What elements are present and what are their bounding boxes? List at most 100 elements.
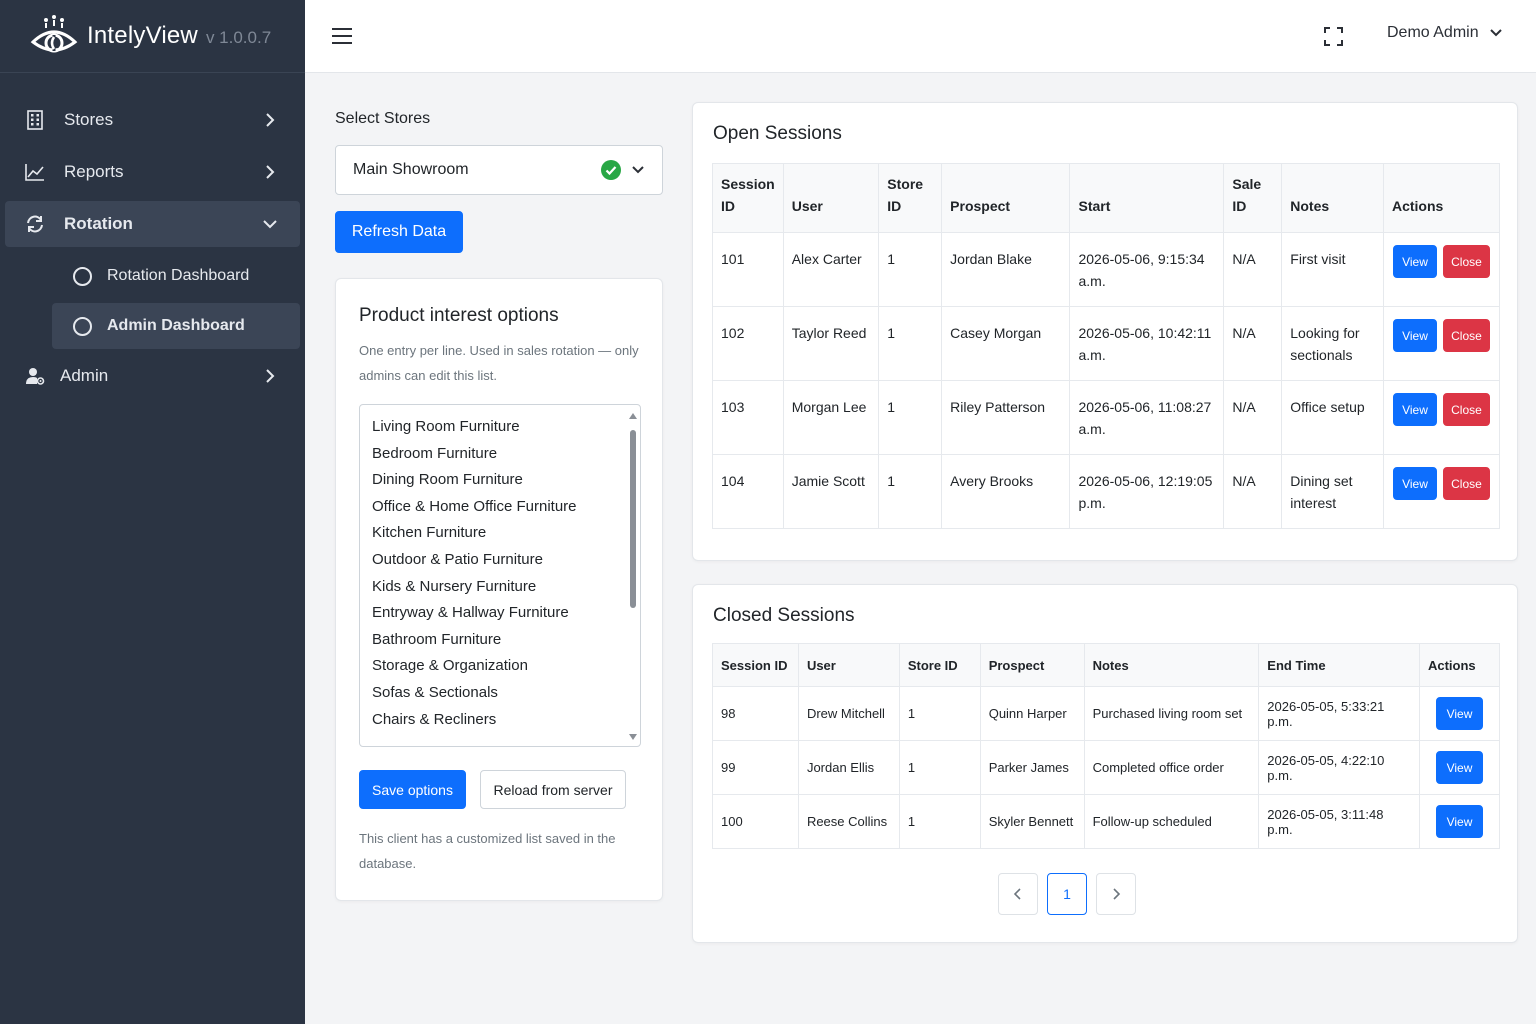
store-select-value: Main Showroom — [353, 161, 469, 178]
cell-prospect: Skyler Bennett — [979, 794, 1085, 849]
cell-prospect: Riley Patterson — [941, 380, 1071, 455]
close-session-button[interactable]: Close — [1442, 393, 1490, 426]
table-row: 99 Jordan Ellis 1 Parker James Completed… — [712, 740, 1501, 795]
cell-notes: Office setup — [1281, 380, 1384, 455]
product-interest-card: Product interest options One entry per l… — [335, 278, 663, 901]
table-row: 103 Morgan Lee 1 Riley Patterson 2026-05… — [712, 380, 1501, 455]
page-number-button[interactable]: 1 — [1047, 873, 1087, 915]
chevron-right-icon — [266, 165, 275, 179]
chevron-down-icon — [263, 220, 277, 229]
cell-prospect: Casey Morgan — [941, 306, 1071, 381]
close-session-button[interactable]: Close — [1442, 467, 1490, 500]
scroll-down-arrow-icon[interactable] — [629, 734, 637, 740]
chevron-down-icon — [632, 166, 644, 174]
check-circle-icon — [601, 160, 621, 180]
reload-from-server-button[interactable]: Reload from server — [480, 770, 626, 809]
card-title: Open Sessions — [713, 123, 842, 144]
view-button[interactable]: View — [1392, 467, 1437, 500]
prev-page-button[interactable] — [998, 873, 1038, 915]
close-session-button[interactable]: Close — [1442, 245, 1490, 278]
hamburger-menu-icon[interactable] — [332, 27, 352, 45]
column-header: Store ID — [898, 643, 981, 687]
cell-actions: View Close — [1382, 454, 1501, 529]
brand-version: v 1.0.0.7 — [205, 28, 272, 47]
building-icon — [25, 110, 45, 130]
column-header: User — [782, 163, 880, 233]
scroll-thumb[interactable] — [630, 430, 636, 608]
option-line: Bathroom Furniture — [372, 630, 502, 648]
save-options-button[interactable]: Save options — [359, 770, 466, 809]
table-row: 98 Drew Mitchell 1 Quinn Harper Purchase… — [712, 686, 1501, 741]
view-button[interactable]: View — [1435, 697, 1483, 730]
view-button[interactable]: View — [1435, 751, 1483, 784]
cell-user: Jamie Scott — [782, 454, 880, 529]
option-line: Living Room Furniture — [372, 418, 520, 435]
cell-session-id: 99 — [712, 740, 799, 795]
help-text: One entry per line. Used in sales rotati… — [359, 343, 639, 383]
closed-sessions-table: Session ID User Store ID Prospect Notes … — [712, 643, 1501, 849]
column-header: Notes — [1083, 643, 1260, 687]
cell-user: Taylor Reed — [782, 306, 880, 381]
fullscreen-icon[interactable] — [1324, 27, 1343, 46]
sidebar-subitem-admin-dashboard[interactable]: Admin Dashboard — [52, 303, 300, 349]
cell-session-id: 98 — [712, 686, 799, 741]
cell-user: Drew Mitchell — [797, 686, 900, 741]
open-sessions-card: Open Sessions Session ID User Store ID Pro… — [692, 102, 1518, 561]
cell-prospect: Parker James — [979, 740, 1085, 795]
cell-end-time: 2026-05-05, 5:33:21 p.m. — [1258, 686, 1420, 741]
sidebar-subitem-label: Admin Dashboard — [107, 317, 245, 334]
column-header: Prospect — [941, 163, 1071, 233]
cell-actions: View — [1418, 686, 1501, 741]
cell-start: 2026-05-06, 10:42:11 a.m. — [1069, 306, 1225, 381]
cell-prospect: Jordan Blake — [941, 232, 1071, 307]
view-button[interactable]: View — [1392, 319, 1437, 352]
column-header: Start — [1069, 163, 1225, 233]
cell-notes: Looking for sectionals — [1281, 306, 1384, 381]
column-header: Actions — [1418, 643, 1501, 687]
select-stores-label: Select Stores — [335, 110, 431, 127]
cell-user: Jordan Ellis — [797, 740, 900, 795]
sidebar-item-stores[interactable]: Stores — [5, 97, 300, 143]
column-header: Notes — [1281, 163, 1384, 233]
sidebar: IntelyView v 1.0.0.7 Stores Reports Rota… — [0, 0, 305, 1024]
cell-session-id: 102 — [712, 306, 784, 381]
sidebar-item-admin[interactable]: Admin — [5, 353, 300, 399]
option-line: Chairs & Recliners — [372, 710, 497, 728]
cell-session-id: 100 — [712, 794, 799, 849]
close-session-button[interactable]: Close — [1442, 319, 1490, 352]
cell-sale-id: N/A — [1223, 454, 1283, 529]
cell-start: 2026-05-06, 12:19:05 p.m. — [1069, 454, 1225, 529]
cell-user: Reese Collins — [797, 794, 900, 849]
circle-icon — [73, 316, 92, 336]
view-button[interactable]: View — [1392, 245, 1437, 278]
options-textarea[interactable]: Living Room Furniture Bedroom Furniture … — [359, 404, 641, 747]
view-button[interactable]: View — [1435, 805, 1483, 838]
cell-notes: Follow-up scheduled — [1083, 794, 1260, 849]
brand-name: IntelyView — [87, 22, 198, 49]
view-button[interactable]: View — [1392, 393, 1437, 426]
sidebar-subitem-rotation-dashboard[interactable]: Rotation Dashboard — [52, 253, 300, 299]
user-menu[interactable]: Demo Admin — [1387, 24, 1503, 42]
store-select[interactable]: Main Showroom — [335, 145, 663, 195]
user-cog-icon — [25, 366, 45, 386]
sidebar-item-rotation[interactable]: Rotation — [5, 201, 300, 247]
chevron-right-icon — [266, 113, 275, 127]
cell-prospect: Quinn Harper — [979, 686, 1085, 741]
option-line: Entryway & Hallway Furniture — [372, 604, 569, 622]
cell-actions: View — [1418, 794, 1501, 849]
cell-store-id: 1 — [878, 380, 943, 455]
cell-notes: First visit — [1281, 232, 1384, 307]
cell-session-id: 101 — [712, 232, 784, 307]
scrollbar[interactable] — [629, 413, 637, 740]
refresh-data-button[interactable]: Refresh Data — [335, 211, 463, 253]
cell-start: 2026-05-06, 9:15:34 a.m. — [1069, 232, 1225, 307]
sidebar-item-reports[interactable]: Reports — [5, 149, 300, 195]
cell-notes: Completed office order — [1083, 740, 1260, 795]
sidebar-subitem-label: Rotation Dashboard — [107, 267, 250, 284]
brand[interactable]: IntelyView v 1.0.0.7 — [0, 0, 305, 73]
cell-end-time: 2026-05-05, 4:22:10 p.m. — [1258, 740, 1420, 795]
scroll-up-arrow-icon[interactable] — [629, 413, 637, 419]
chart-line-icon — [25, 162, 45, 182]
next-page-button[interactable] — [1096, 873, 1136, 915]
cell-notes: Dining set interest — [1281, 454, 1384, 529]
